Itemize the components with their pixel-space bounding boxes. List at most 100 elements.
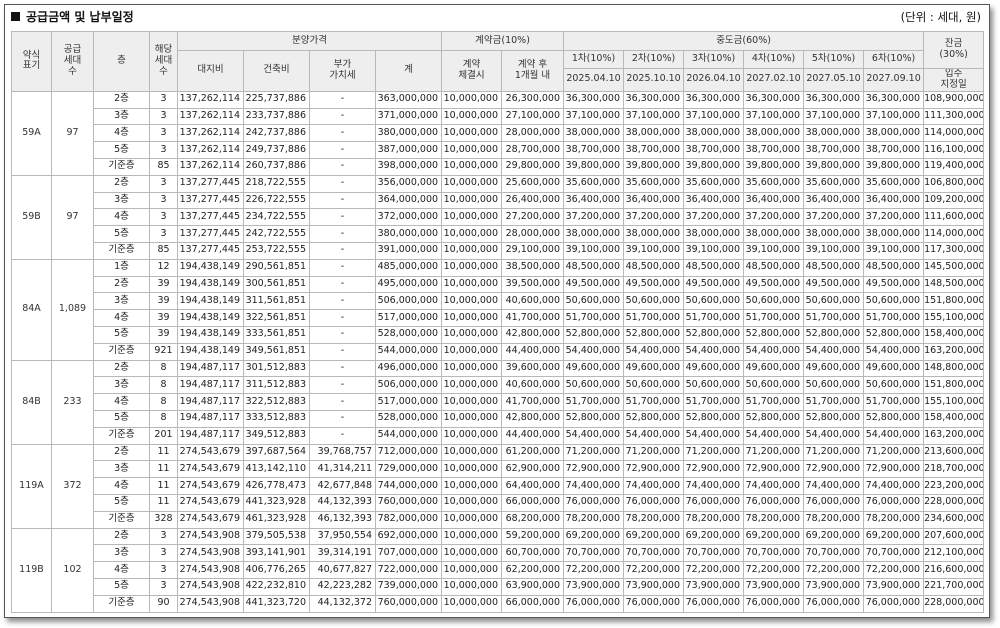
- amount-cell: 73,900,000: [683, 577, 745, 596]
- amount-cell: 744,000,000: [374, 477, 443, 495]
- amount-cell: 10,000,000: [441, 107, 503, 126]
- amount-cell: 207,600,000: [923, 527, 985, 546]
- header-mid-5: 5차(10%): [803, 50, 865, 69]
- amount-cell: 10,000,000: [441, 409, 503, 428]
- count-cell: 3: [149, 174, 178, 193]
- amount-cell: -: [309, 275, 376, 294]
- amount-cell: -: [309, 409, 376, 428]
- price-schedule-table: 약식 표기 공급 세대 수 층 해당 세대 수 분양가격 계약금(10%) 중도…: [11, 31, 985, 613]
- count-cell: 921: [149, 342, 178, 361]
- amount-cell: 137,262,114: [177, 107, 244, 126]
- floor-cell: 3층: [93, 544, 150, 563]
- header-mid-1-date: 2025.04.10: [563, 68, 625, 92]
- amount-cell: 73,900,000: [863, 577, 925, 596]
- households-cell: 97: [51, 90, 94, 176]
- amount-cell: 72,200,000: [683, 561, 745, 579]
- table-row: 4층 39 194,438,149 322,561,851-517,000,000 10…: [12, 309, 985, 327]
- amount-cell: 274,543,908: [177, 594, 244, 613]
- amount-cell: 28,000,000: [501, 124, 565, 143]
- amount-cell: 35,600,000: [623, 174, 685, 193]
- amount-cell: 38,000,000: [563, 225, 625, 244]
- amount-cell: 49,500,000: [683, 275, 745, 294]
- amount-cell: 40,677,827: [309, 561, 376, 579]
- amount-cell: 49,500,000: [623, 275, 685, 294]
- amount-cell: 10,000,000: [441, 309, 503, 327]
- amount-cell: 39,100,000: [623, 242, 685, 260]
- amount-cell: 10,000,000: [441, 158, 503, 176]
- amount-cell: 38,000,000: [623, 225, 685, 244]
- table-row: 기준층 201 194,487,117 349,512,883-544,000,000…: [12, 426, 985, 445]
- amount-cell: 50,600,000: [563, 292, 625, 311]
- amount-cell: 73,900,000: [563, 577, 625, 596]
- amount-cell: -: [309, 326, 376, 344]
- amount-cell: 109,200,000: [923, 191, 985, 210]
- amount-cell: 707,000,000: [374, 544, 443, 563]
- amount-cell: 213,600,000: [923, 443, 985, 462]
- amount-cell: 76,000,000: [623, 594, 685, 613]
- table-row: 84B 233 2층 8 194,487,117 301,512,883-496,000,…: [11, 359, 985, 445]
- header-mid-4: 4차(10%): [743, 50, 805, 69]
- amount-cell: 413,142,110: [243, 460, 310, 479]
- amount-cell: 60,700,000: [501, 544, 565, 563]
- table-row: 기준층 90 274,543,908 441,323,720 44,132,372 760…: [12, 594, 985, 613]
- amount-cell: 54,400,000: [803, 426, 865, 445]
- amount-cell: 49,600,000: [563, 359, 625, 378]
- amount-cell: 137,262,114: [177, 141, 244, 160]
- amount-cell: 38,000,000: [863, 225, 925, 244]
- amount-cell: 49,600,000: [863, 359, 925, 378]
- amount-cell: 10,000,000: [441, 359, 503, 378]
- amount-cell: 42,800,000: [501, 409, 565, 428]
- amount-cell: 422,232,810: [243, 577, 310, 596]
- count-cell: 3: [149, 225, 178, 244]
- amount-cell: 39,800,000: [563, 158, 625, 176]
- amount-cell: 39,800,000: [803, 158, 865, 176]
- amount-cell: 44,132,372: [309, 594, 376, 613]
- header-balance-date: 입주 지정일: [923, 68, 985, 92]
- amount-cell: 39,800,000: [743, 158, 805, 176]
- amount-cell: 300,561,851: [243, 275, 310, 294]
- floor-cell: 2층: [93, 527, 150, 546]
- count-cell: 3: [149, 90, 178, 109]
- header-land: 대지비: [177, 50, 244, 92]
- amount-cell: 10,000,000: [441, 258, 503, 277]
- amount-cell: 137,277,445: [177, 208, 244, 227]
- amount-cell: 37,200,000: [683, 208, 745, 227]
- amount-cell: 38,500,000: [501, 258, 565, 277]
- amount-cell: 50,600,000: [743, 292, 805, 311]
- amount-cell: 26,300,000: [501, 90, 565, 109]
- amount-cell: 54,400,000: [563, 342, 625, 361]
- amount-cell: 27,100,000: [501, 107, 565, 126]
- table-row: 2층 39 194,438,149 300,561,851-495,000,000 10…: [12, 275, 985, 294]
- amount-cell: 72,900,000: [743, 460, 805, 479]
- amount-cell: -: [309, 107, 376, 126]
- amount-cell: 760,000,000: [374, 493, 443, 512]
- amount-cell: 64,400,000: [501, 477, 565, 495]
- amount-cell: 72,900,000: [683, 460, 745, 479]
- amount-cell: 54,400,000: [623, 426, 685, 445]
- amount-cell: -: [309, 191, 376, 210]
- amount-cell: 48,500,000: [683, 258, 745, 277]
- amount-cell: 10,000,000: [441, 393, 503, 411]
- amount-cell: 260,737,886: [243, 158, 310, 176]
- amount-cell: 72,200,000: [743, 561, 805, 579]
- amount-cell: 10,000,000: [441, 460, 503, 479]
- amount-cell: -: [309, 393, 376, 411]
- amount-cell: -: [309, 426, 376, 445]
- amount-cell: 364,000,000: [374, 191, 443, 210]
- header-deposit-2: 계약 후 1개월 내: [501, 50, 565, 92]
- amount-cell: 74,400,000: [563, 477, 625, 495]
- amount-cell: 155,100,000: [923, 393, 985, 411]
- amount-cell: -: [309, 292, 376, 311]
- amount-cell: 71,200,000: [803, 443, 865, 462]
- amount-cell: 158,400,000: [923, 409, 985, 428]
- amount-cell: 39,800,000: [683, 158, 745, 176]
- amount-cell: 37,100,000: [803, 107, 865, 126]
- amount-cell: 379,505,538: [243, 527, 310, 546]
- count-cell: 39: [149, 292, 178, 311]
- amount-cell: 74,400,000: [863, 477, 925, 495]
- amount-cell: 137,277,445: [177, 225, 244, 244]
- amount-cell: 71,200,000: [563, 443, 625, 462]
- amount-cell: 37,200,000: [563, 208, 625, 227]
- amount-cell: 544,000,000: [374, 342, 443, 361]
- count-cell: 12: [149, 258, 178, 277]
